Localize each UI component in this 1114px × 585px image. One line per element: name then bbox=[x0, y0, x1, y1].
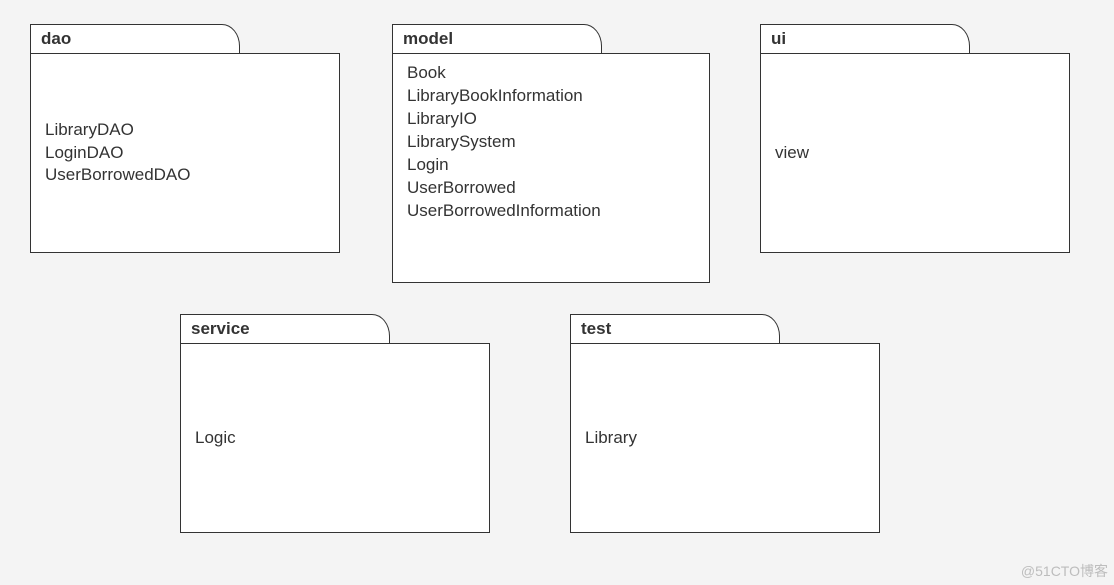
package-dao-tab: dao bbox=[30, 24, 240, 53]
package-test-name: test bbox=[581, 319, 611, 338]
package-test-body: Library bbox=[570, 343, 880, 533]
package-service-tab: service bbox=[180, 314, 390, 343]
package-ui-class: view bbox=[775, 142, 1055, 165]
package-model-class: UserBorrowed bbox=[407, 177, 695, 200]
package-service-name: service bbox=[191, 319, 250, 338]
package-test-tab: test bbox=[570, 314, 780, 343]
package-model-body: Book LibraryBookInformation LibraryIO Li… bbox=[392, 53, 710, 283]
package-model-class: LibraryBookInformation bbox=[407, 85, 695, 108]
package-model-class: LibraryIO bbox=[407, 108, 695, 131]
package-model-class: LibrarySystem bbox=[407, 131, 695, 154]
package-dao-class: UserBorrowedDAO bbox=[45, 164, 325, 187]
package-service-body: Logic bbox=[180, 343, 490, 533]
package-dao-class: LibraryDAO bbox=[45, 119, 325, 142]
package-dao-body: LibraryDAO LoginDAO UserBorrowedDAO bbox=[30, 53, 340, 253]
package-ui-tab: ui bbox=[760, 24, 970, 53]
package-ui-name: ui bbox=[771, 29, 786, 48]
package-model-class: UserBorrowedInformation bbox=[407, 200, 695, 223]
package-test-class: Library bbox=[585, 427, 865, 450]
watermark-text: @51CTO博客 bbox=[1021, 561, 1108, 581]
package-model-name: model bbox=[403, 29, 453, 48]
package-model: model Book LibraryBookInformation Librar… bbox=[392, 24, 710, 283]
package-model-class: Book bbox=[407, 62, 695, 85]
package-dao: dao LibraryDAO LoginDAO UserBorrowedDAO bbox=[30, 24, 340, 253]
package-service: service Logic bbox=[180, 314, 490, 533]
package-ui-body: view bbox=[760, 53, 1070, 253]
package-model-tab: model bbox=[392, 24, 602, 53]
package-dao-class: LoginDAO bbox=[45, 142, 325, 165]
package-dao-name: dao bbox=[41, 29, 71, 48]
package-test: test Library bbox=[570, 314, 880, 533]
package-service-class: Logic bbox=[195, 427, 475, 450]
package-model-class: Login bbox=[407, 154, 695, 177]
package-ui: ui view bbox=[760, 24, 1070, 253]
package-diagram-canvas: dao LibraryDAO LoginDAO UserBorrowedDAO … bbox=[0, 0, 1114, 585]
